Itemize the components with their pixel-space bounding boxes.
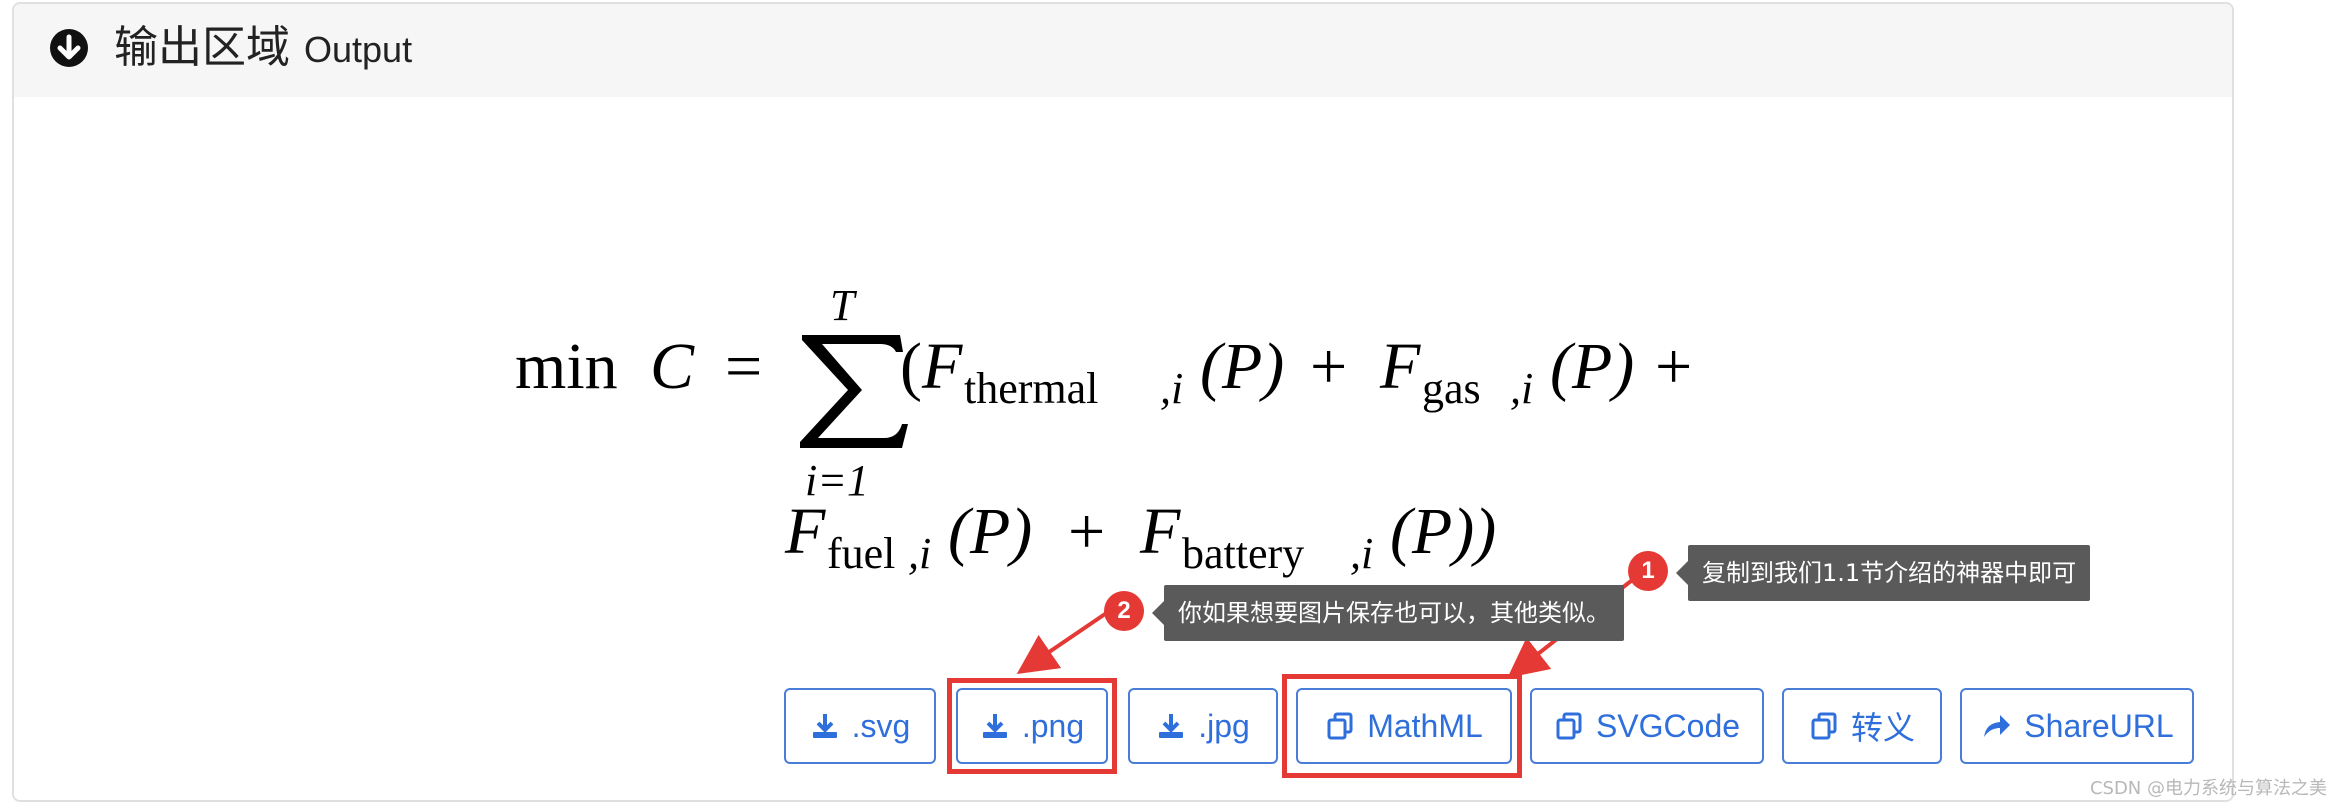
sub-battery: battery xyxy=(1182,529,1304,578)
annotation-tooltip-2: 你如果想要图片保存也可以，其他类似。 xyxy=(1152,585,1624,641)
arg-P-1: (P) xyxy=(1200,330,1284,403)
arg-P-3: (P) xyxy=(948,495,1032,568)
copy-icon xyxy=(1556,712,1582,740)
sub-i-3: ,i xyxy=(908,529,931,578)
copy-icon xyxy=(1327,712,1353,740)
sub-i-1: ,i xyxy=(1160,364,1183,413)
title-cn: 输出区域 xyxy=(114,22,290,73)
plus-1: + xyxy=(1310,330,1347,403)
sub-i-4: ,i xyxy=(1350,529,1373,578)
sub-fuel: fuel xyxy=(827,529,895,578)
sub-gas: gas xyxy=(1422,364,1481,413)
button-label: .png xyxy=(1021,707,1085,744)
copy-mathml-button[interactable]: MathML xyxy=(1296,688,1512,764)
download-jpg-button[interactable]: .jpg xyxy=(1128,688,1278,764)
open-paren: ( xyxy=(900,330,922,403)
math-formula: min C = T i=1 ( F thermal ,i (P) + F gas… xyxy=(515,281,1692,578)
download-icon xyxy=(1159,714,1184,738)
share-url-button[interactable]: ShareURL xyxy=(1960,688,2194,764)
sum-upper-limit: T xyxy=(830,281,858,330)
equals-sign: = xyxy=(725,330,762,403)
download-icon xyxy=(982,714,1007,738)
download-png-button[interactable]: .png xyxy=(956,688,1108,764)
var-F-battery: F xyxy=(1139,495,1181,568)
copy-escape-button[interactable]: 转义 xyxy=(1782,688,1942,764)
var-F-gas: F xyxy=(1379,330,1421,403)
copy-icon xyxy=(1811,712,1837,740)
min-operator: min xyxy=(515,330,618,403)
page-title: 输出区域 Output xyxy=(114,22,412,76)
button-label: 转义 xyxy=(1850,710,1915,746)
csdn-watermark: CSDN @电力系统与算法之美 xyxy=(2089,778,2327,799)
arg-P-2: (P) xyxy=(1550,330,1634,403)
button-label: SVGCode xyxy=(1595,707,1741,744)
button-label: .svg xyxy=(851,707,911,744)
arg-P-4: (P)) xyxy=(1390,495,1496,568)
plus-3: + xyxy=(1068,495,1105,568)
annotation-tooltip-1: 复制到我们1.1节介绍的神器中即可 xyxy=(1675,545,2091,601)
output-header[interactable]: 输出区域 Output xyxy=(14,4,2232,97)
sub-thermal: thermal xyxy=(964,364,1098,413)
arrow-down-circle-icon xyxy=(50,29,88,67)
sigma-symbol xyxy=(800,335,908,448)
button-label: MathML xyxy=(1367,707,1483,744)
title-en: Output xyxy=(304,29,413,70)
plus-2: + xyxy=(1655,330,1692,403)
button-label: ShareURL xyxy=(2024,707,2174,744)
sub-i-2: ,i xyxy=(1510,364,1533,413)
var-F-fuel: F xyxy=(784,495,826,568)
annotation-badge-1: 1 xyxy=(1628,551,1668,591)
annotation-badge-2: 2 xyxy=(1104,591,1144,631)
share-icon xyxy=(1984,715,2011,737)
copy-svgcode-button[interactable]: SVGCode xyxy=(1530,688,1764,764)
var-F-thermal: F xyxy=(921,330,963,403)
var-C: C xyxy=(650,330,695,403)
download-svg-button[interactable]: .svg xyxy=(784,688,936,764)
download-icon xyxy=(812,714,837,738)
button-label: .jpg xyxy=(1198,707,1250,744)
